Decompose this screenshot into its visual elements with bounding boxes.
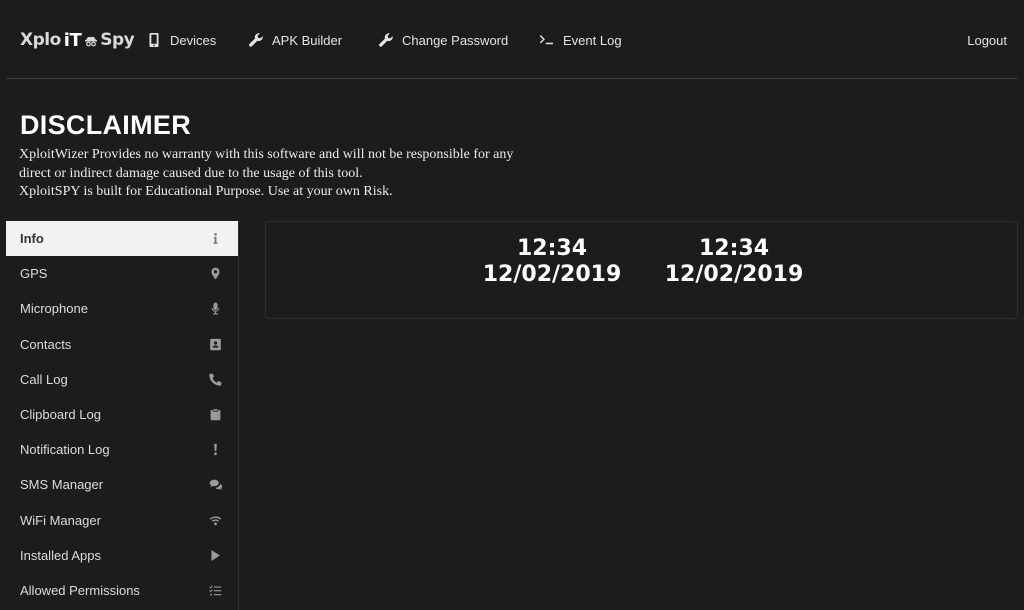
menu-item-contacts[interactable]: Contacts: [6, 327, 238, 362]
exclamation-icon: [214, 444, 217, 456]
nav-devices-label: Devices: [170, 32, 217, 48]
clock-2: 12:34 12/02/2019: [659, 236, 809, 288]
menu-item-label: WiFi Manager: [20, 512, 101, 528]
disclaimer-line-2: XploitSPY is built for Educational Purpo…: [19, 184, 393, 199]
menu-item-gps[interactable]: GPS: [6, 256, 238, 291]
menu-item-label: Microphone: [20, 301, 88, 317]
info-icon: [213, 233, 218, 244]
menu-item-label: Allowed Permissions: [20, 582, 140, 598]
nav-event-log[interactable]: Event Log: [539, 29, 622, 51]
logo-text-right: Spy: [100, 30, 135, 50]
menu-item-call-log[interactable]: Call Log: [6, 362, 238, 397]
clock-1-date: 12/02/2019: [482, 262, 622, 287]
menu-item-label: SMS Manager: [20, 477, 104, 493]
terminal-icon: [539, 35, 553, 45]
comments-icon: [209, 480, 222, 491]
menu-item-microphone[interactable]: Microphone: [6, 291, 238, 326]
disclaimer-text: XploitWizer Provides no warranty with th…: [19, 146, 519, 202]
device-menu: Info GPS Microphone Contacts Call Log Cl…: [6, 221, 238, 610]
map-marker-icon: [211, 267, 220, 280]
list-check-icon: [209, 585, 222, 596]
clock-2-time: 12:34: [698, 236, 770, 261]
info-panel: 12:34 12/02/2019 12:34 12/02/2019: [265, 221, 1018, 319]
logout-link[interactable]: Logout: [967, 29, 1007, 51]
address-book-icon: [210, 338, 221, 350]
clock-1-time: 12:34: [516, 236, 588, 261]
menu-item-label: Contacts: [20, 336, 72, 352]
top-navbar: Xplo iT Spy Devices APK Builder Change P…: [0, 0, 1024, 80]
clock-2-date: 12/02/2019: [664, 262, 804, 287]
menu-item-label: Notification Log: [20, 442, 110, 458]
menu-item-notification-log[interactable]: Notification Log: [6, 432, 238, 467]
disclaimer-line-1: XploitWizer Provides no warranty with th…: [19, 147, 514, 181]
menu-item-wifi-manager[interactable]: WiFi Manager: [6, 503, 238, 538]
menu-item-info[interactable]: Info: [6, 221, 238, 257]
mobile-icon: [149, 33, 159, 47]
nav-event-log-label: Event Log: [563, 32, 622, 48]
sidebar-divider: [238, 221, 239, 610]
menu-item-label: Info: [20, 231, 44, 247]
menu-item-label: Call Log: [20, 371, 68, 387]
nav-change-password[interactable]: Change Password: [378, 29, 508, 51]
logo-text-mid: iT: [63, 29, 82, 51]
navbar-divider: [6, 78, 1018, 79]
clock-1: 12:34 12/02/2019: [477, 236, 627, 288]
nav-apk-builder-label: APK Builder: [272, 32, 343, 48]
menu-item-installed-apps[interactable]: Installed Apps: [6, 538, 238, 573]
menu-item-label: GPS: [20, 266, 48, 282]
logo-text-left: Xplo: [20, 30, 61, 50]
menu-item-label: Clipboard Log: [20, 407, 101, 423]
spy-hat-icon: [85, 37, 98, 47]
menu-item-clipboard-log[interactable]: Clipboard Log: [6, 397, 238, 432]
microphone-icon: [211, 303, 220, 315]
clipboard-icon: [210, 409, 221, 421]
menu-item-sms-manager[interactable]: SMS Manager: [6, 467, 238, 502]
wrench-icon: [379, 33, 393, 47]
wrench-icon: [249, 33, 263, 47]
play-icon: [211, 549, 220, 561]
wifi-icon: [209, 516, 222, 525]
nav-change-password-label: Change Password: [402, 32, 509, 48]
menu-item-allowed-permissions[interactable]: Allowed Permissions: [6, 573, 238, 608]
nav-apk-builder[interactable]: APK Builder: [248, 29, 342, 51]
disclaimer-title: DISCLAIMER: [20, 110, 191, 140]
nav-devices[interactable]: Devices: [146, 29, 216, 51]
app-logo[interactable]: Xplo iT Spy: [20, 28, 135, 52]
menu-item-label: Installed Apps: [20, 547, 101, 563]
phone-icon: [209, 373, 222, 386]
